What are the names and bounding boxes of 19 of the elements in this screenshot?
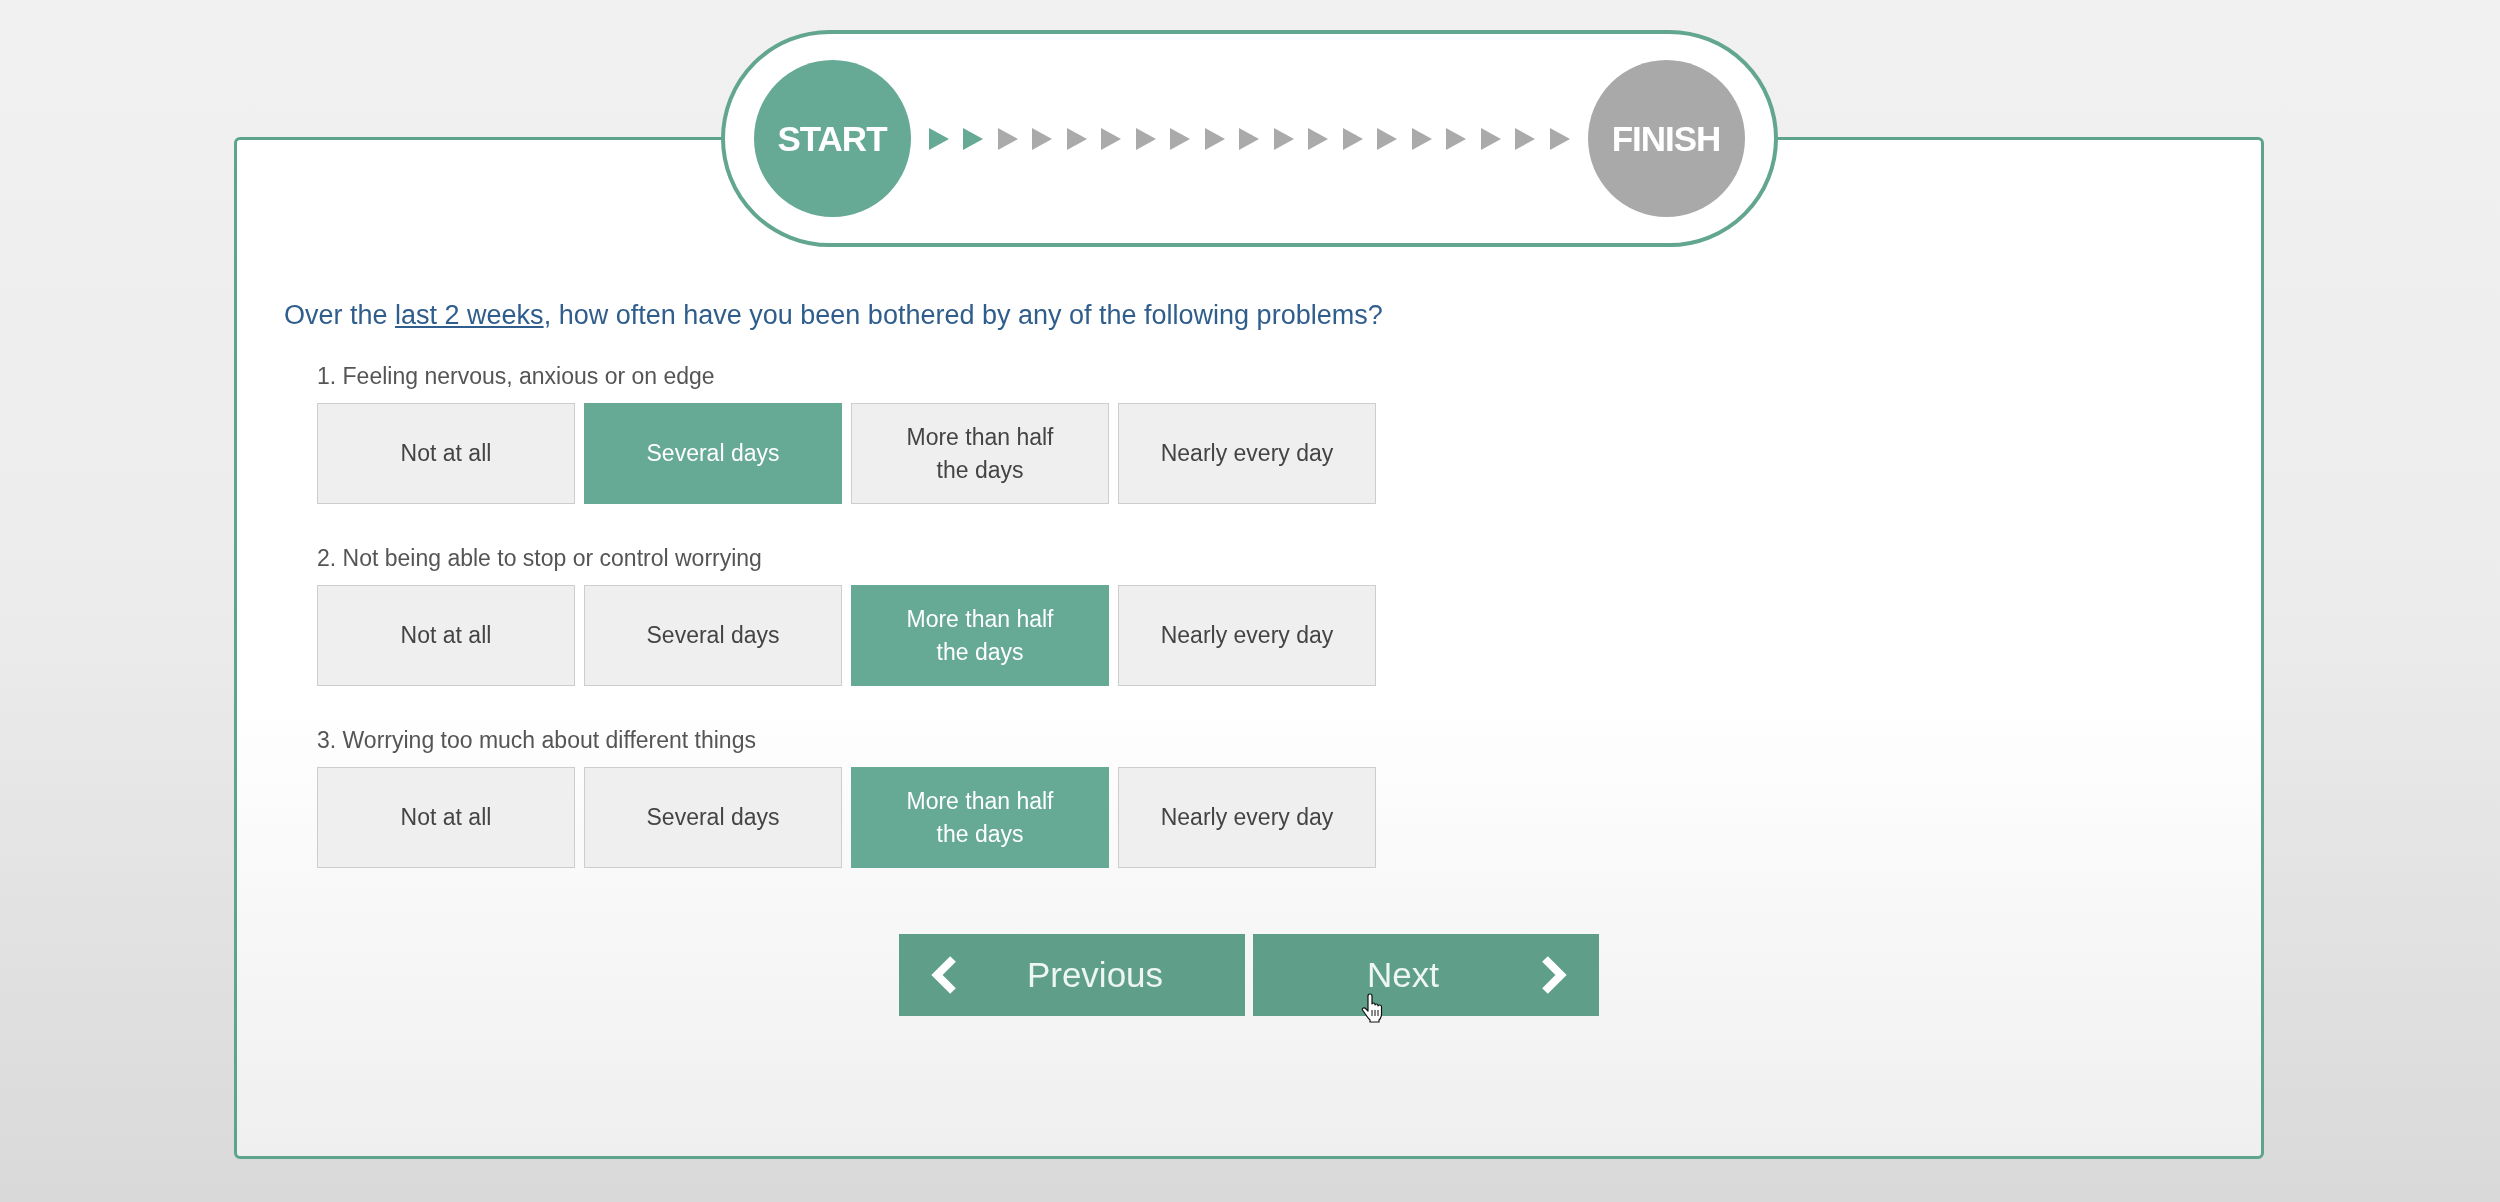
question-label: 1. Feeling nervous, anxious or on edge (317, 362, 716, 391)
chevron-left-icon (929, 954, 957, 996)
answer-option[interactable]: Nearly every day (1118, 403, 1376, 504)
answer-option[interactable]: Nearly every day (1118, 585, 1376, 686)
finish-marker: FINISH (1587, 60, 1745, 217)
answer-option[interactable]: Nearly every day (1118, 767, 1376, 868)
question-label: 3. Worrying too much about different things (317, 726, 757, 755)
question-prompt: Over the last 2 weeks, how often have you been bothered by any of the following problems? (284, 299, 1384, 332)
start-marker: START (753, 60, 911, 217)
answer-option[interactable]: Not at all (317, 585, 575, 686)
answer-option[interactable]: More than half the days (851, 403, 1109, 504)
hand-pointer-icon (1361, 993, 1383, 1023)
answer-option[interactable]: Not at all (317, 767, 575, 868)
answer-option[interactable]: Several days (584, 767, 842, 868)
time-period-link[interactable]: last 2 weeks (395, 300, 544, 330)
answer-option[interactable]: Several days (584, 585, 842, 686)
answer-option[interactable]: Not at all (317, 403, 575, 504)
chevron-right-icon (1541, 954, 1569, 996)
question-label: 2. Not being able to stop or control worrying (317, 544, 763, 573)
